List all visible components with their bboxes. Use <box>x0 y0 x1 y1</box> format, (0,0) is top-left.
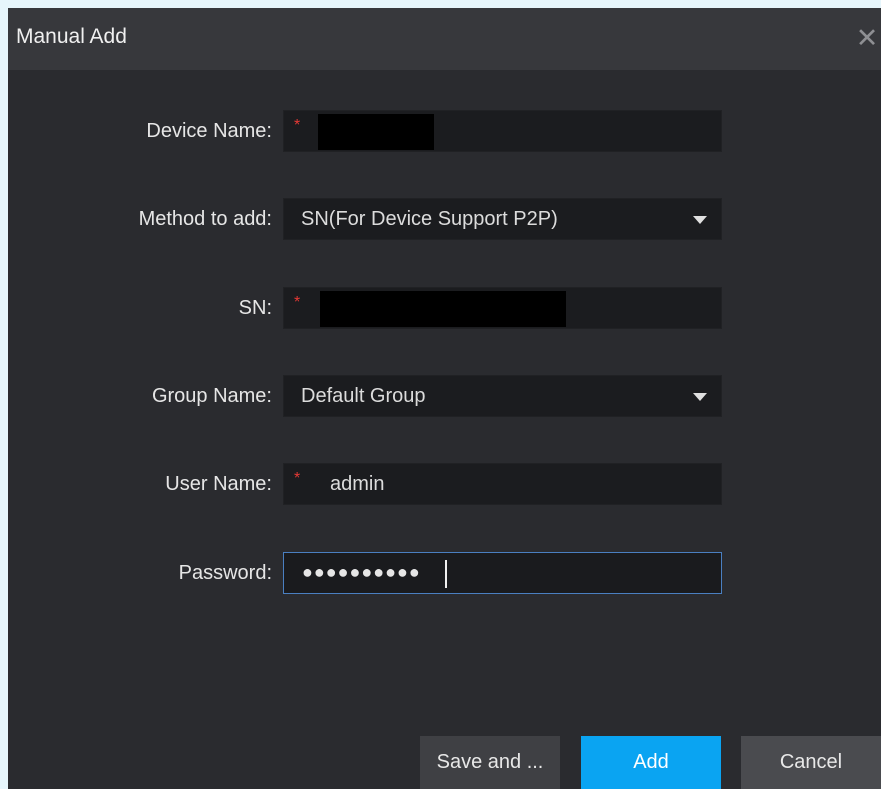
password-input[interactable]: ●●●●●●●●●● <box>283 552 722 594</box>
device-name-input[interactable]: * <box>283 110 722 152</box>
method-row: Method to add: SN(For Device Support P2P… <box>8 198 881 242</box>
redacted-value <box>320 291 566 327</box>
group-selected-value: Default Group <box>301 385 426 407</box>
user-row: User Name: * admin <box>8 463 881 507</box>
method-label: Method to add: <box>138 208 272 230</box>
required-marker: * <box>294 294 301 311</box>
password-row: Password: ●●●●●●●●●● <box>8 552 881 596</box>
add-button[interactable]: Add <box>581 736 721 789</box>
method-selected-value: SN(For Device Support P2P) <box>301 208 558 230</box>
required-marker: * <box>294 470 301 487</box>
cancel-button[interactable]: Cancel <box>741 736 881 789</box>
sn-input[interactable]: * <box>283 287 722 329</box>
chevron-down-icon <box>693 393 707 401</box>
group-label: Group Name: <box>151 385 272 407</box>
device-name-label: Device Name: <box>146 120 272 142</box>
password-masked-value: ●●●●●●●●●● <box>302 562 421 582</box>
close-icon[interactable]: ✕ <box>853 18 881 58</box>
sn-row: SN: * <box>8 287 881 331</box>
group-row: Group Name: Default Group <box>8 375 881 419</box>
sn-label: SN: <box>238 297 272 319</box>
text-cursor <box>445 560 447 588</box>
save-and-continue-button[interactable]: Save and ... <box>420 736 560 789</box>
required-marker: * <box>294 117 301 134</box>
password-label: Password: <box>178 562 272 584</box>
dialog-title: Manual Add <box>16 25 127 48</box>
chevron-down-icon <box>693 216 707 224</box>
device-name-row: Device Name: * <box>8 110 881 154</box>
redacted-value <box>318 114 434 150</box>
user-name-value: admin <box>330 473 385 495</box>
user-label: User Name: <box>165 473 272 495</box>
user-name-input[interactable]: * admin <box>283 463 722 505</box>
dialog-titlebar: Manual Add ✕ <box>8 8 881 70</box>
method-select[interactable]: SN(For Device Support P2P) <box>283 198 722 240</box>
group-select[interactable]: Default Group <box>283 375 722 417</box>
manual-add-dialog: Manual Add ✕ Device Name: * Method to ad… <box>8 8 881 789</box>
